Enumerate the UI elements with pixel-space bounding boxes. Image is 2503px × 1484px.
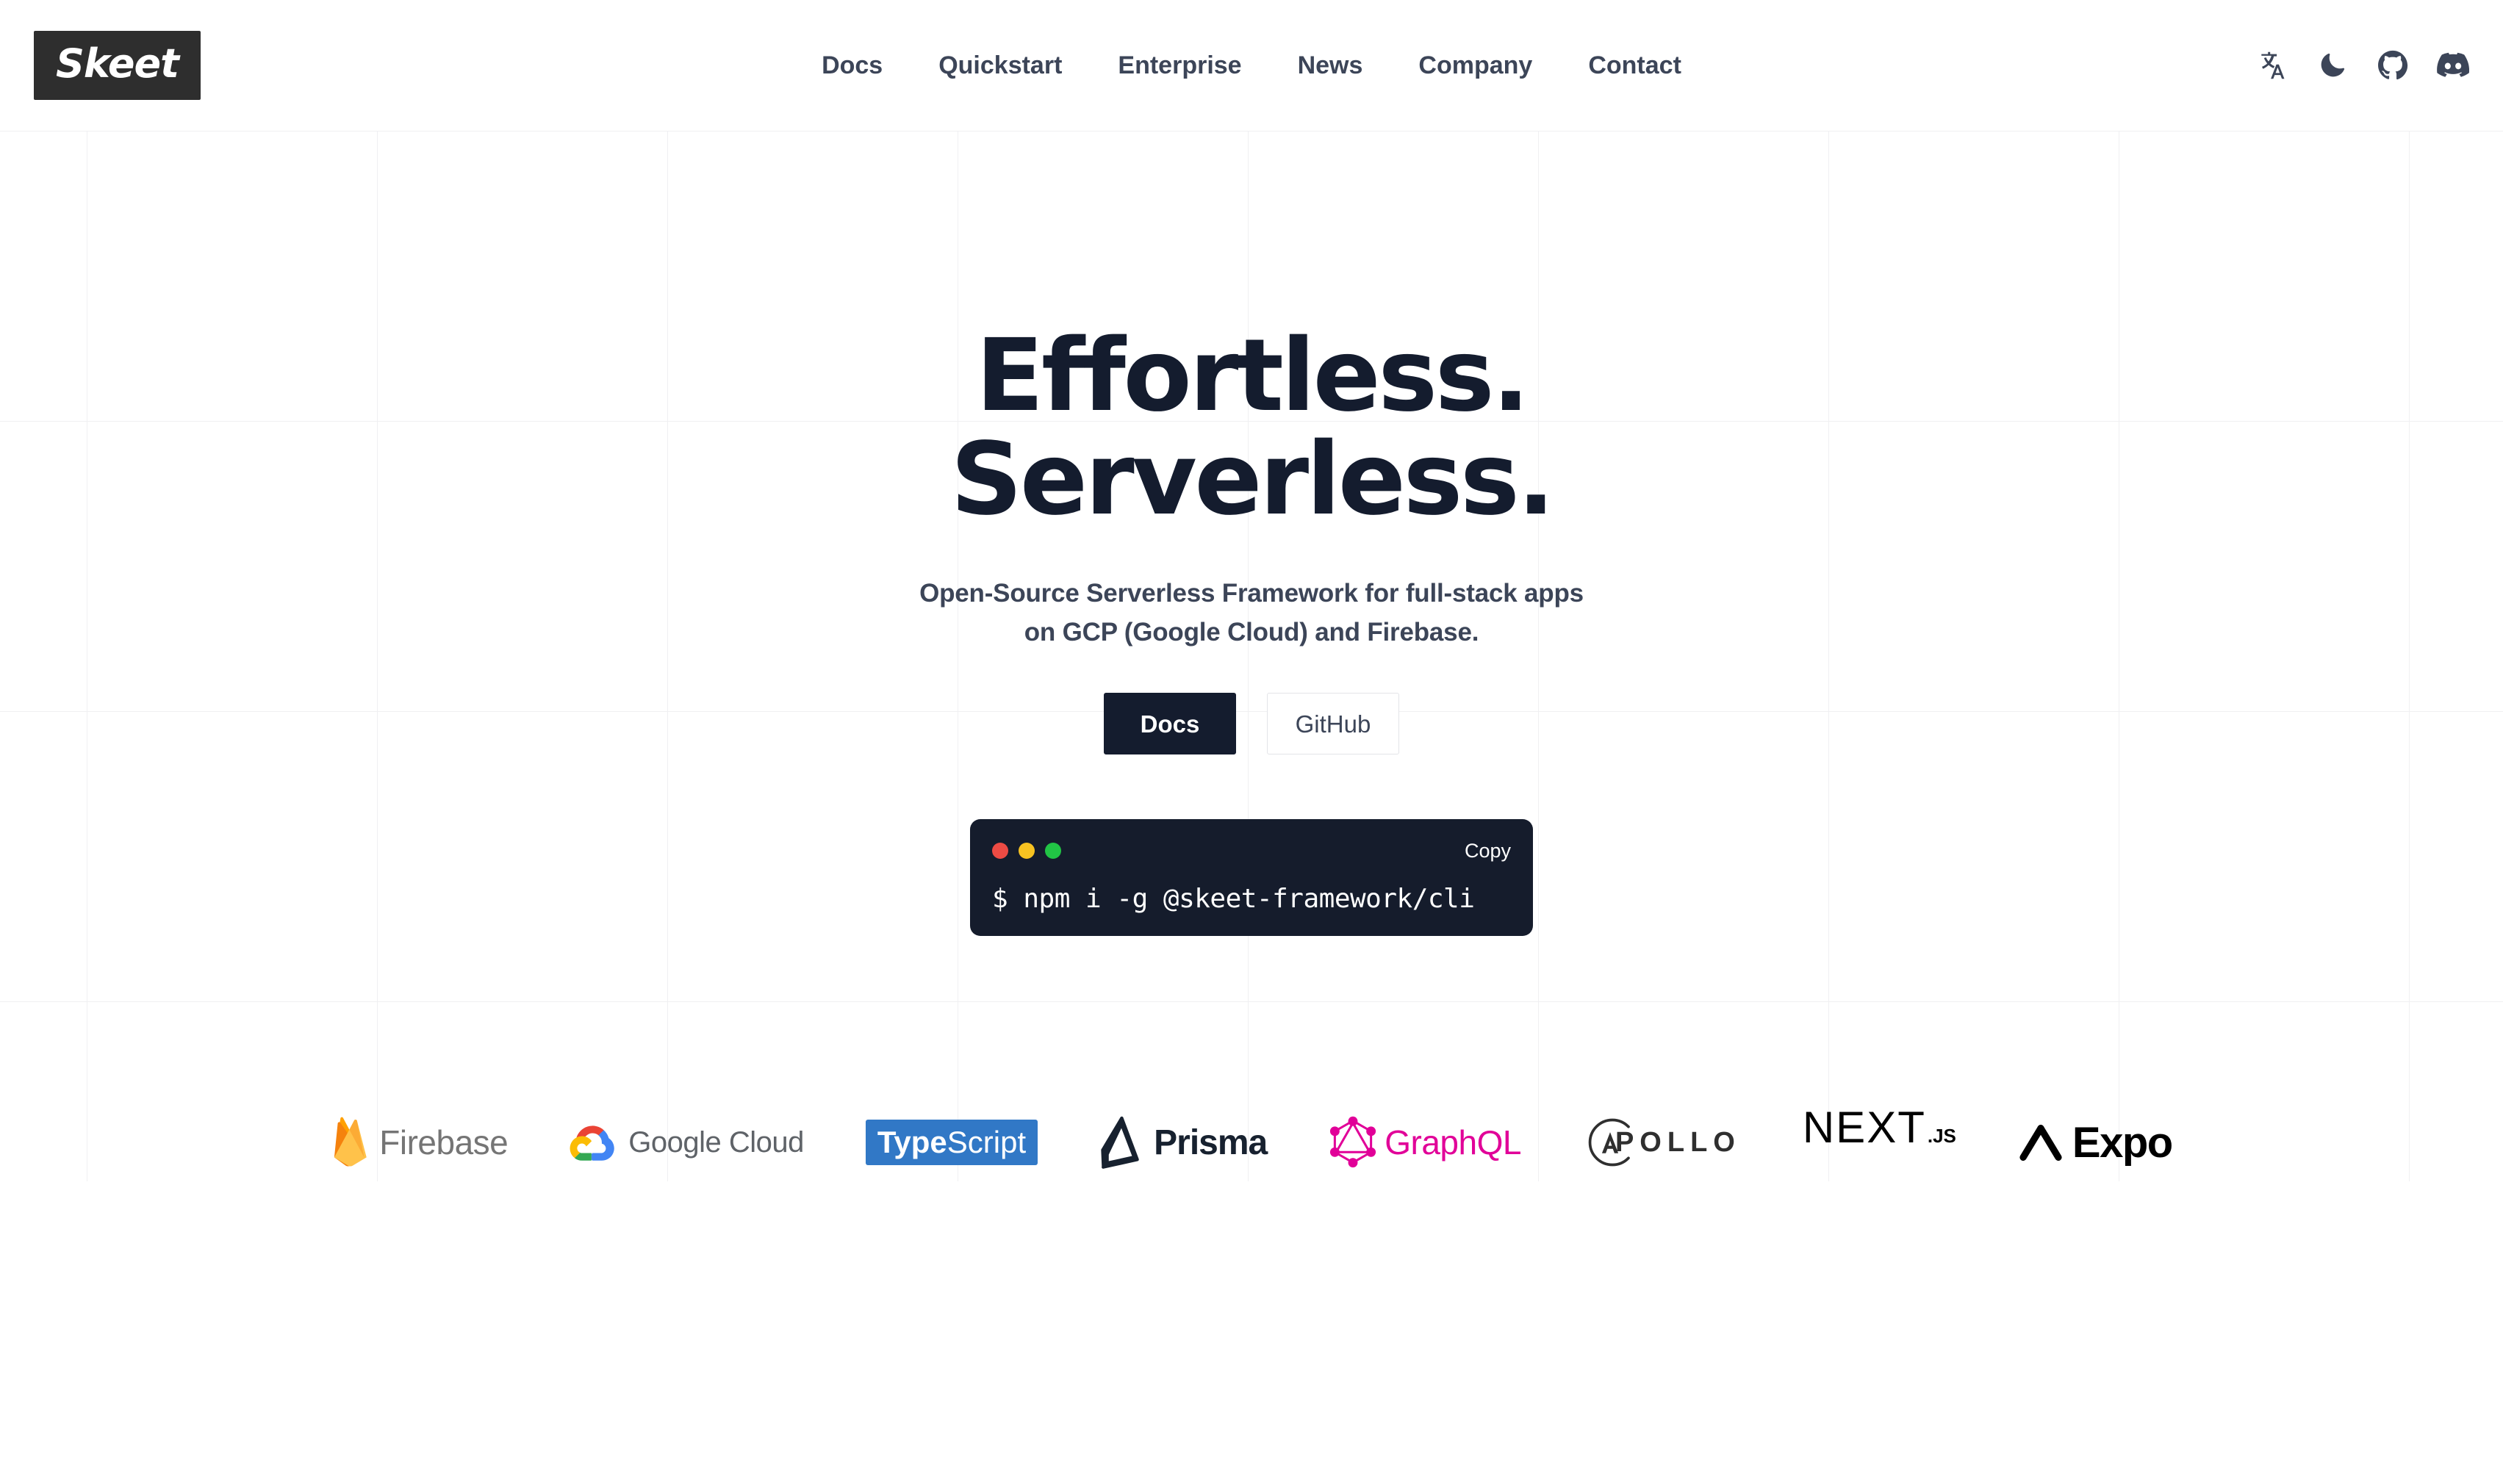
terminal-title-bar: Copy bbox=[992, 838, 1511, 863]
minimize-dot-icon bbox=[1019, 843, 1035, 860]
logo-typescript[interactable]: Type Script bbox=[835, 1102, 1069, 1183]
nav-link-docs[interactable]: Docs bbox=[794, 53, 911, 78]
logo-google-cloud[interactable]: Google Cloud bbox=[539, 1102, 835, 1183]
logo-apollo[interactable]: POLLO bbox=[1552, 1102, 1772, 1183]
github-button[interactable]: GitHub bbox=[1267, 693, 1399, 755]
site-header: Skeet Docs Quickstart Enterprise News Co… bbox=[0, 0, 2503, 131]
nextjs-suffix: .JS bbox=[1927, 1125, 1956, 1148]
discord-icon[interactable] bbox=[2437, 49, 2469, 82]
github-icon[interactable] bbox=[2377, 49, 2409, 82]
typescript-label-bold: Type bbox=[877, 1125, 947, 1160]
google-cloud-icon bbox=[570, 1125, 614, 1161]
hero-cta-row: Docs GitHub bbox=[0, 693, 2503, 755]
copy-button[interactable]: Copy bbox=[1465, 840, 1511, 861]
expo-label: Expo bbox=[2072, 1118, 2173, 1167]
google-cloud-label: Google Cloud bbox=[628, 1125, 804, 1159]
typescript-label-light: Script bbox=[947, 1125, 1027, 1160]
main-navigation: Docs Quickstart Enterprise News Company … bbox=[0, 53, 2503, 78]
maximize-dot-icon bbox=[1045, 843, 1061, 860]
nextjs-label: NEXT bbox=[1802, 1103, 1926, 1153]
docs-button[interactable]: Docs bbox=[1104, 693, 1236, 755]
nav-link-contact[interactable]: Contact bbox=[1560, 53, 1709, 78]
site-logo[interactable]: Skeet bbox=[34, 31, 201, 100]
prisma-label: Prisma bbox=[1154, 1123, 1268, 1162]
page-title: Effortless. Serverless. bbox=[0, 318, 2503, 539]
logo-graphql[interactable]: GraphQL bbox=[1298, 1102, 1552, 1183]
graphql-label: GraphQL bbox=[1385, 1123, 1521, 1162]
hero-subtitle-line-1: Open-Source Serverless Framework for ful… bbox=[919, 578, 1584, 608]
logo-nextjs[interactable]: NEXT .JS bbox=[1772, 1102, 1987, 1183]
hero-title-line-2: Serverless. bbox=[950, 422, 1555, 539]
typescript-badge: Type Script bbox=[865, 1120, 1038, 1166]
nav-link-news[interactable]: News bbox=[1270, 53, 1391, 78]
prisma-icon bbox=[1101, 1116, 1139, 1170]
nav-link-company[interactable]: Company bbox=[1390, 53, 1560, 78]
translate-icon[interactable] bbox=[2256, 49, 2288, 82]
terminal-wrapper: Copy $ npm i -g @skeet-framework/cli bbox=[0, 819, 2503, 937]
moon-icon[interactable] bbox=[2316, 49, 2349, 82]
hero-section: Effortless. Serverless. Open-Source Serv… bbox=[0, 131, 2503, 937]
terminal-command: $ npm i -g @skeet-framework/cli bbox=[992, 884, 1475, 915]
header-icon-group bbox=[2256, 49, 2469, 82]
firebase-icon bbox=[334, 1117, 367, 1167]
apollo-label: POLLO bbox=[1615, 1126, 1741, 1158]
firebase-label: Firebase bbox=[379, 1123, 509, 1162]
expo-icon bbox=[2019, 1125, 2062, 1161]
logo-expo[interactable]: Expo bbox=[1987, 1102, 2203, 1183]
graphql-icon bbox=[1330, 1117, 1376, 1168]
hero-subtitle: Open-Source Serverless Framework for ful… bbox=[0, 574, 2503, 652]
tech-logo-strip: Firebase Google Cloud Type Script Prisma… bbox=[0, 1102, 2503, 1183]
close-dot-icon bbox=[992, 843, 1008, 860]
nav-link-enterprise[interactable]: Enterprise bbox=[1090, 53, 1269, 78]
logo-firebase[interactable]: Firebase bbox=[300, 1102, 539, 1183]
install-terminal: Copy $ npm i -g @skeet-framework/cli bbox=[970, 819, 1533, 937]
page-root: Skeet Docs Quickstart Enterprise News Co… bbox=[0, 0, 2503, 1484]
traffic-light-dots bbox=[992, 843, 1061, 860]
hero-subtitle-line-2: on GCP (Google Cloud) and Firebase. bbox=[1024, 618, 1479, 647]
hero-title-line-1: Effortless. bbox=[975, 318, 1530, 434]
logo-prisma[interactable]: Prisma bbox=[1069, 1102, 1298, 1183]
nav-link-quickstart[interactable]: Quickstart bbox=[911, 53, 1090, 78]
